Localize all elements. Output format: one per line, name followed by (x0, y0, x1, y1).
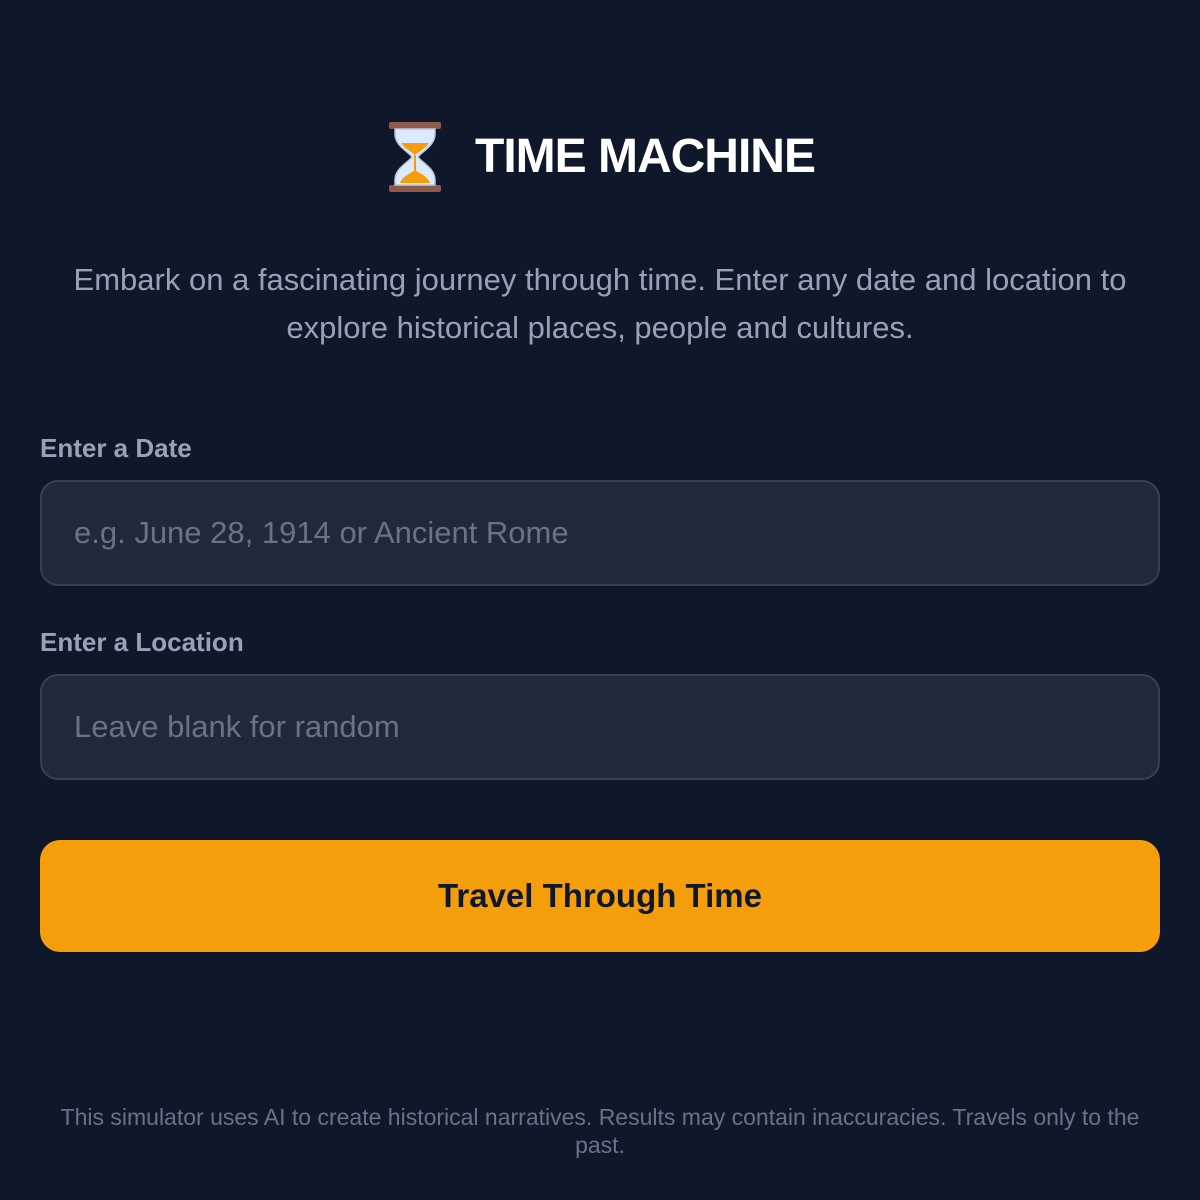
hourglass-icon (389, 122, 441, 192)
location-label: Enter a Location (40, 627, 244, 657)
travel-through-time-button[interactable]: Travel Through Time (40, 840, 1160, 952)
date-label: Enter a Date (40, 433, 192, 463)
intro-text: Embark on a fascinating journey through … (73, 262, 1127, 345)
app-header: TIME MACHINE (0, 120, 1200, 194)
location-input[interactable] (40, 674, 1160, 780)
time-machine-page: TIME MACHINE Embark on a fascinating jou… (0, 0, 1200, 1200)
app-title: TIME MACHINE (475, 130, 816, 183)
date-input[interactable] (40, 480, 1160, 586)
disclaimer-text: This simulator uses AI to create histori… (60, 1104, 1140, 1158)
